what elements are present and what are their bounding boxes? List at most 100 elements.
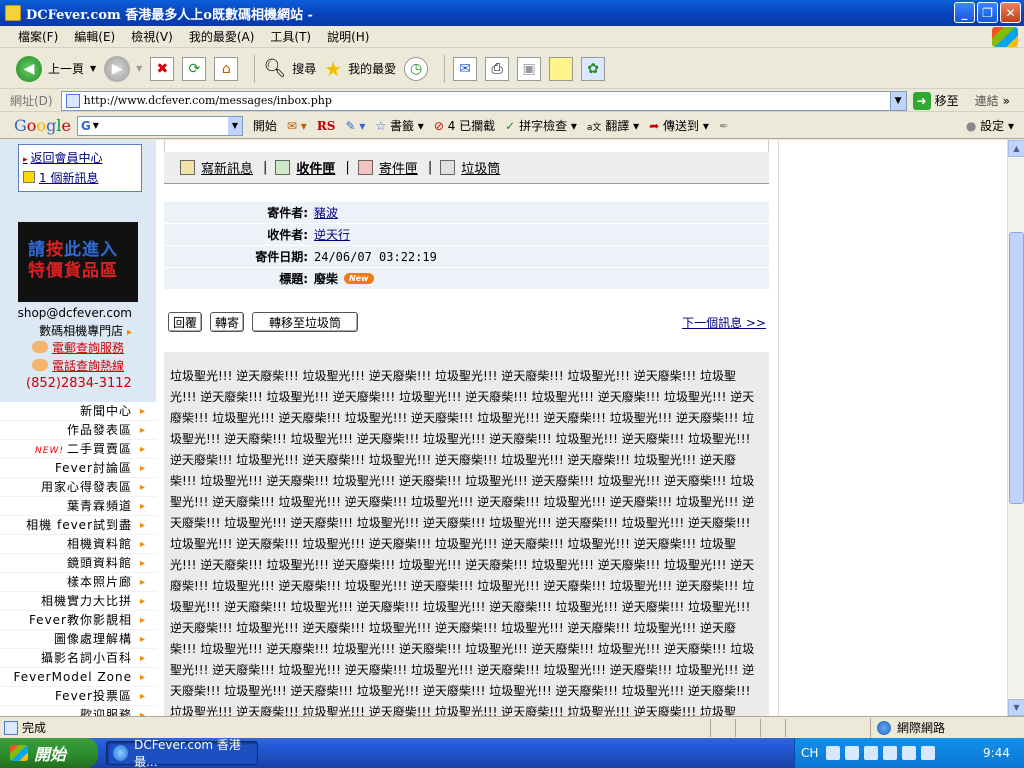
- promo-banner[interactable]: 請按此進入 特價貨品區: [18, 222, 138, 302]
- nav-item[interactable]: NEW! 二手買賣區: [0, 440, 156, 459]
- email-service-link[interactable]: 電郵查詢服務: [32, 339, 124, 356]
- tab-inbox[interactable]: 收件匣: [275, 158, 335, 177]
- scroll-thumb[interactable]: [1009, 232, 1024, 504]
- favorites-button[interactable]: ★ 我的最愛: [324, 57, 396, 81]
- shop-dept-link[interactable]: 數碼相機專門店 ▸: [0, 322, 132, 339]
- start-button[interactable]: 開始: [0, 738, 98, 768]
- google-search-input[interactable]: G ▼ ▼: [76, 115, 243, 136]
- back-button[interactable]: ◀ 上一頁 ▼: [16, 55, 96, 82]
- page-icon: [65, 93, 80, 108]
- pen-icon[interactable]: ✒: [719, 119, 729, 133]
- help-icon[interactable]: [845, 746, 860, 760]
- toolbar-separator: [444, 54, 446, 83]
- menu-help[interactable]: 說明(H): [327, 28, 369, 45]
- highlight-icon[interactable]: ✎ ▾: [345, 119, 365, 133]
- nav-item[interactable]: 相機資料館: [0, 535, 156, 554]
- bookmarks-button[interactable]: ☆ 書籤 ▾: [375, 117, 423, 134]
- chevron-right-icon[interactable]: »: [1003, 94, 1010, 108]
- home-icon[interactable]: ⌂: [214, 56, 239, 81]
- volume-icon[interactable]: [883, 746, 898, 760]
- network-icon[interactable]: [864, 746, 879, 760]
- nav-item[interactable]: Fever教你影靚相: [0, 611, 156, 630]
- edit-icon[interactable]: ▣: [517, 56, 542, 81]
- nav-item[interactable]: 用家心得發表區: [0, 478, 156, 497]
- language-indicator[interactable]: CH: [801, 746, 818, 760]
- date-row: 寄件日期: 24/06/07 03:22:19: [164, 246, 769, 268]
- next-message-link[interactable]: 下一個訊息 >>: [682, 314, 766, 331]
- print-icon[interactable]: ⎙: [485, 56, 510, 81]
- nav-item[interactable]: FeverModel Zone: [0, 668, 156, 687]
- stop-icon[interactable]: ✖: [150, 56, 175, 81]
- sender-link[interactable]: 豬波: [314, 204, 338, 221]
- shop-email[interactable]: shop@dcfever.com: [0, 306, 132, 320]
- translate-button[interactable]: a文 翻譯 ▾: [587, 117, 639, 134]
- taskbar-ie-window[interactable]: DCFever.com 香港最...: [106, 738, 258, 768]
- settings-button[interactable]: ● 設定 ▾: [966, 117, 1014, 134]
- tab-trash[interactable]: 垃圾筒: [440, 158, 500, 177]
- phone-service-link[interactable]: 電話查詢熱線: [32, 357, 124, 374]
- nav-item[interactable]: 攝影名詞小百科: [0, 649, 156, 668]
- restore-button[interactable]: ❐: [977, 2, 998, 23]
- back-to-member-link[interactable]: ▸ 返回會員中心: [23, 149, 137, 166]
- scroll-down-arrow-icon[interactable]: ▼: [1008, 699, 1024, 716]
- nav-item[interactable]: 相機實力大比拼: [0, 592, 156, 611]
- google-logo[interactable]: Google: [14, 116, 71, 135]
- nav-item[interactable]: 相機 fever試到盡: [0, 516, 156, 535]
- menu-view[interactable]: 檢視(V): [131, 28, 173, 45]
- nav-item[interactable]: 葉青霖頻道: [0, 497, 156, 516]
- forward-button[interactable]: ▶ ▼: [104, 55, 142, 82]
- site-sidebar: ▸ 返回會員中心 1 個新訊息 請按此進入 特價貨品區 shop@dcfever.…: [0, 140, 156, 716]
- menu-edit[interactable]: 編輯(E): [74, 28, 115, 45]
- new-message-link[interactable]: 1 個新訊息: [23, 169, 137, 186]
- nav-item[interactable]: Fever討論區: [0, 459, 156, 478]
- messenger-icon[interactable]: ✿: [581, 56, 606, 81]
- address-input[interactable]: http://www.dcfever.com/messages/inbox.ph…: [60, 90, 907, 111]
- search-button[interactable]: 🔍︎ 搜尋: [263, 58, 316, 79]
- vertical-scrollbar[interactable]: ▲ ▼: [1007, 140, 1024, 716]
- menu-file[interactable]: 檔案(F): [18, 28, 58, 45]
- minimize-button[interactable]: _: [954, 2, 975, 23]
- tray-app-icon[interactable]: [902, 746, 917, 760]
- nav-item[interactable]: 鏡頭資料館: [0, 554, 156, 573]
- nav-item[interactable]: 樣本照片廊: [0, 573, 156, 592]
- forward-button[interactable]: 轉寄: [210, 312, 245, 332]
- tab-compose[interactable]: 寫新訊息: [180, 158, 253, 177]
- menu-favorites[interactable]: 我的最愛(A): [189, 28, 255, 45]
- mail-icon[interactable]: ✉: [453, 56, 478, 81]
- nav-item[interactable]: 作品發表區: [0, 421, 156, 440]
- star-icon: ★: [324, 56, 343, 81]
- sendto-button[interactable]: ➦ 傳送到 ▾: [649, 117, 709, 134]
- popup-blocker-button[interactable]: ⊘ 4 已攔截: [434, 117, 495, 134]
- chevron-down-icon[interactable]: ▼: [889, 91, 906, 110]
- nav-item[interactable]: 新聞中心: [0, 402, 156, 421]
- menu-tools[interactable]: 工具(T): [270, 28, 311, 45]
- recipient-link[interactable]: 逆天行: [314, 226, 350, 243]
- address-bar: 網址(D) http://www.dcfever.com/messages/in…: [0, 90, 1024, 112]
- nav-item[interactable]: 圖像處理解構: [0, 630, 156, 649]
- spellcheck-button[interactable]: ✓ 拼字檢查 ▾: [505, 117, 577, 134]
- google-search-button[interactable]: 開始: [253, 117, 277, 134]
- reply-button[interactable]: 回覆: [168, 312, 203, 332]
- note-icon[interactable]: [549, 56, 574, 81]
- keyboard-icon[interactable]: [826, 746, 841, 760]
- news-icon[interactable]: ✉ ▾: [287, 119, 307, 133]
- page-done-icon: [4, 720, 18, 735]
- close-button[interactable]: ✕: [1000, 2, 1021, 23]
- settings-icon: ●: [965, 119, 977, 133]
- send-icon: ➦: [649, 119, 660, 133]
- nav-item[interactable]: Fever投票區: [0, 687, 156, 706]
- links-label[interactable]: 連結: [975, 92, 999, 109]
- window-title-bar: DCFever.com 香港最多人上o既數碼相機網站 - _ ❐ ✕: [0, 0, 1024, 26]
- tray-app-icon[interactable]: [921, 746, 936, 760]
- nav-item[interactable]: 歡迎服務: [0, 706, 156, 716]
- history-icon[interactable]: ◷: [404, 56, 429, 81]
- go-button[interactable]: ➜ 移至: [912, 91, 959, 110]
- tab-sent[interactable]: 寄件匣: [357, 158, 418, 177]
- refresh-icon[interactable]: ⟳: [182, 56, 207, 81]
- site-nav: 新聞中心 作品發表區 NEW!二手買賣區 Fever討論區 用家心得發表區 葉青…: [0, 402, 156, 716]
- move-to-trash-button[interactable]: 轉移至垃圾筒: [252, 312, 359, 332]
- chevron-down-icon[interactable]: ▼: [227, 116, 242, 135]
- scroll-up-arrow-icon[interactable]: ▲: [1008, 140, 1024, 157]
- rs-button[interactable]: RS: [317, 119, 336, 133]
- message-panel: 寫新訊息 | 收件匣 | 寄件匣 | 垃圾筒 寄件者: 豬波 收件者: 逆天行 …: [164, 140, 770, 716]
